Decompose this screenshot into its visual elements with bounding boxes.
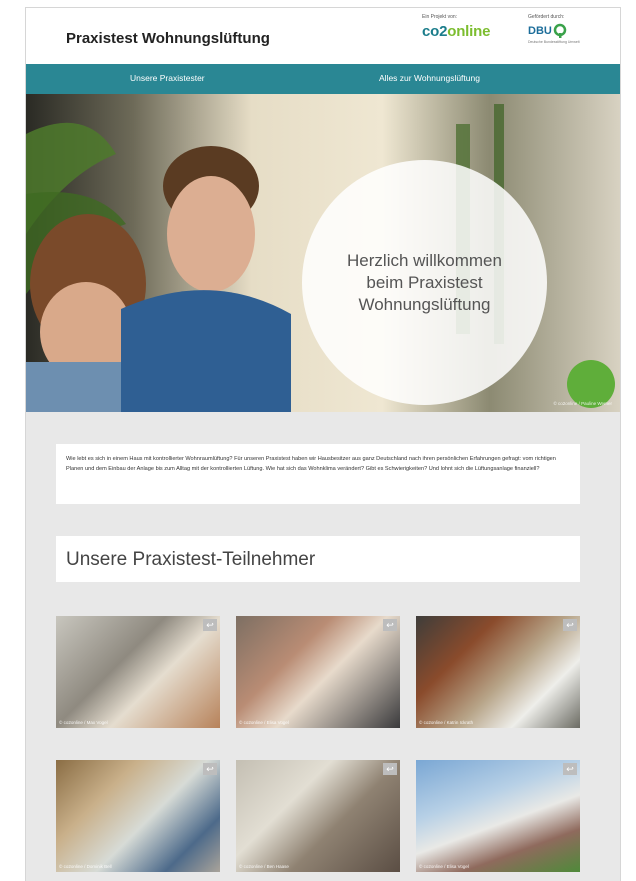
participants-heading-box: Unsere Praxistest-Teilnehmer [56,536,580,582]
flip-icon[interactable]: ↩ [563,619,577,631]
site-title[interactable]: Praxistest Wohnungslüftung [66,30,270,47]
participant-photo-credit: © co2online / Max Vogel [59,720,108,725]
intro-text: Wie lebt es sich in einem Haus mit kontr… [66,456,556,472]
browser-page: Praxistest Wohnungslüftung Ein Projekt v… [26,8,620,881]
co2online-logo-main: co2 [422,23,448,40]
participant-photo-credit: © co2online / Elisa Vogel [419,864,469,869]
hero-heading: Herzlich willkommen beim Praxistest Wohn… [347,250,502,314]
co2online-partner[interactable]: Ein Projekt von: co2online [422,14,490,40]
hero-banner: Herzlich willkommen beim Praxistest Wohn… [26,94,620,412]
dbu-ring-icon [553,23,567,38]
co2online-logo[interactable]: co2online [422,23,490,40]
site-header: Praxistest Wohnungslüftung Ein Projekt v… [26,8,620,64]
flip-icon[interactable]: ↩ [203,619,217,631]
participant-photo-credit: © co2online / Elisa Vogel [239,720,289,725]
participant-tile[interactable]: ↩ © co2online / Max Vogel [56,616,220,728]
flip-icon[interactable]: ↩ [563,763,577,775]
intro-box: Wie lebt es sich in einem Haus mit kontr… [56,444,580,504]
dbu-logo-text: DBU [528,25,552,37]
dbu-subtitle: Deutsche Bundesstiftung Umwelt [528,40,580,44]
hero-welcome-circle: Herzlich willkommen beim Praxistest Wohn… [302,160,547,405]
main-nav: Unsere Praxistester Alles zur Wohnungslü… [26,64,620,94]
flip-icon[interactable]: ↩ [203,763,217,775]
participant-tile[interactable]: ↩ © co2online / Dominik Bell [56,760,220,872]
participant-photo-credit: © co2online / Katrin Ickrath [419,720,474,725]
nav-item-wohnungslueftung[interactable]: Alles zur Wohnungslüftung [379,73,480,83]
dbu-logo[interactable]: DBU [528,23,580,39]
participant-photo-credit: © co2online / Dominik Bell [59,864,112,869]
dbu-caption: Gefördert durch: [528,14,565,20]
hero-photo-credit: © co2online / Pauline Werner [553,401,612,406]
participant-tile[interactable]: ↩ © co2online / Ben Haase [236,760,400,872]
flip-icon[interactable]: ↩ [383,619,397,631]
co2online-logo-accent: online [447,23,491,40]
participants-heading: Unsere Praxistest-Teilnehmer [66,549,316,570]
dbu-partner[interactable]: Gefördert durch: DBU Deutsche Bundesstif… [528,14,580,44]
participant-tile[interactable]: ↩ © co2online / Elisa Vogel [236,616,400,728]
flip-icon[interactable]: ↩ [383,763,397,775]
participant-photo-credit: © co2online / Ben Haase [239,864,289,869]
nav-item-praxistester[interactable]: Unsere Praxistester [130,73,205,83]
participant-tile[interactable]: ↩ © co2online / Elisa Vogel [416,760,580,872]
participant-tile[interactable]: ↩ © co2online / Katrin Ickrath [416,616,580,728]
co2online-caption: Ein Projekt von: [422,14,458,20]
